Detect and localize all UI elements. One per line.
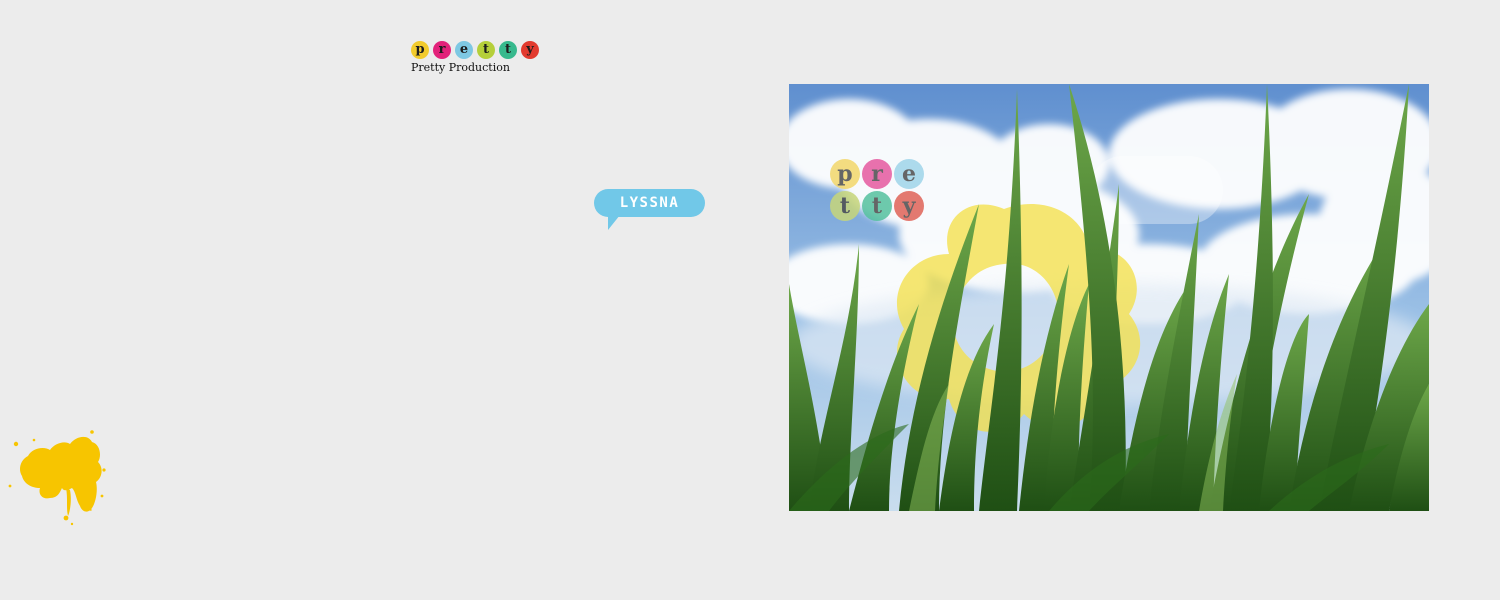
pretty-production-logo[interactable]: p r e t t y Pretty Production (411, 41, 551, 74)
logo-letter-y: y (521, 41, 539, 59)
speech-bubble-tail (608, 215, 620, 230)
hero-letter-t: t (830, 191, 860, 221)
hero-logo-row-1: p r e (830, 159, 930, 189)
logo-letter-r: r (433, 41, 451, 59)
yellow-paint-splat-icon (6, 426, 110, 530)
lyssna-button[interactable]: LYSSNA (594, 189, 705, 231)
logo-letter-row: p r e t t y (411, 41, 551, 59)
grass-and-sky-photo-icon (789, 84, 1429, 511)
logo-letter-t2: t (499, 41, 517, 59)
lyssna-label: LYSSNA (619, 195, 680, 211)
hero-pretty-logo: p r e t t y (830, 159, 930, 223)
logo-caption: Pretty Production (411, 61, 510, 74)
logo-letter-t: t (477, 41, 495, 59)
hero-letter-y: y (894, 191, 924, 221)
logo-letter-e: e (455, 41, 473, 59)
hero-letter-r: r (862, 159, 892, 189)
hero-letter-t2: t (862, 191, 892, 221)
hero-letter-e: e (894, 159, 924, 189)
hero-logo-row-2: t t y (830, 191, 930, 221)
logo-letter-p: p (411, 41, 429, 59)
hero-image[interactable]: p r e t t y (789, 84, 1429, 511)
speech-bubble-icon: LYSSNA (594, 189, 705, 217)
hero-letter-p: p (830, 159, 860, 189)
